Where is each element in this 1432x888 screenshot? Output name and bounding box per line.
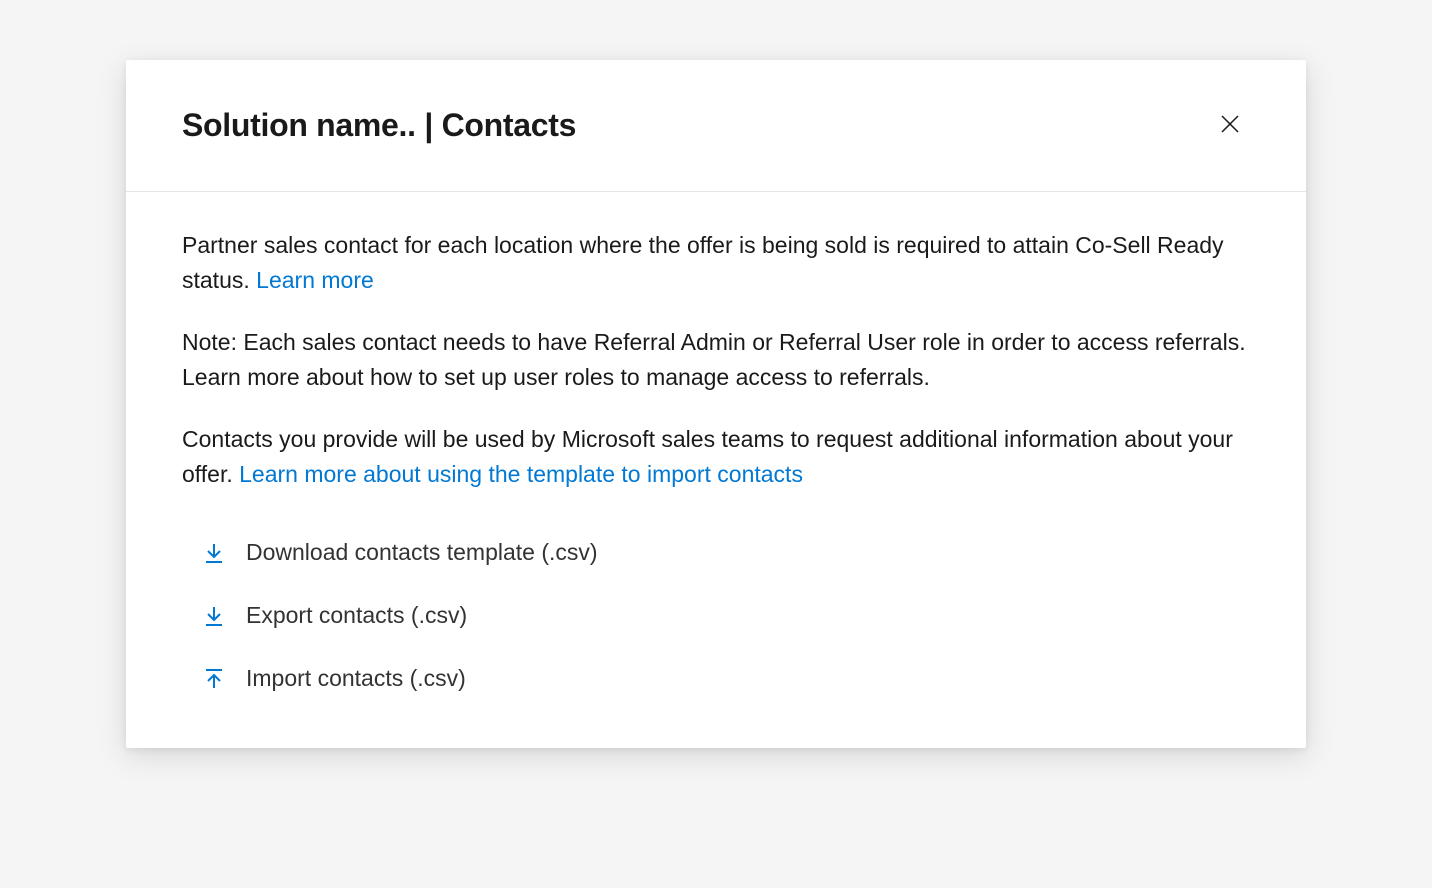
download-icon xyxy=(202,604,226,628)
close-icon xyxy=(1218,112,1242,139)
intro-paragraph-2: Note: Each sales contact needs to have R… xyxy=(182,325,1250,394)
intro-paragraph-3: Contacts you provide will be used by Mic… xyxy=(182,422,1250,491)
panel-body: Partner sales contact for each location … xyxy=(126,192,1306,748)
close-button[interactable] xyxy=(1210,104,1250,147)
contacts-panel: Solution name.. | Contacts Partner sales… xyxy=(126,60,1306,748)
panel-title: Solution name.. | Contacts xyxy=(182,107,576,144)
upload-icon xyxy=(202,667,226,691)
action-label: Import contacts (.csv) xyxy=(246,665,466,692)
download-icon xyxy=(202,541,226,565)
intro-paragraph-1: Partner sales contact for each location … xyxy=(182,228,1250,297)
export-contacts-action[interactable]: Export contacts (.csv) xyxy=(202,602,1250,629)
panel-header: Solution name.. | Contacts xyxy=(126,60,1306,192)
import-contacts-action[interactable]: Import contacts (.csv) xyxy=(202,665,1250,692)
action-label: Download contacts template (.csv) xyxy=(246,539,598,566)
actions-list: Download contacts template (.csv) Export… xyxy=(182,539,1250,692)
learn-more-link-template[interactable]: Learn more about using the template to i… xyxy=(239,461,803,487)
download-template-action[interactable]: Download contacts template (.csv) xyxy=(202,539,1250,566)
learn-more-link-cosell[interactable]: Learn more xyxy=(256,267,374,293)
action-label: Export contacts (.csv) xyxy=(246,602,467,629)
